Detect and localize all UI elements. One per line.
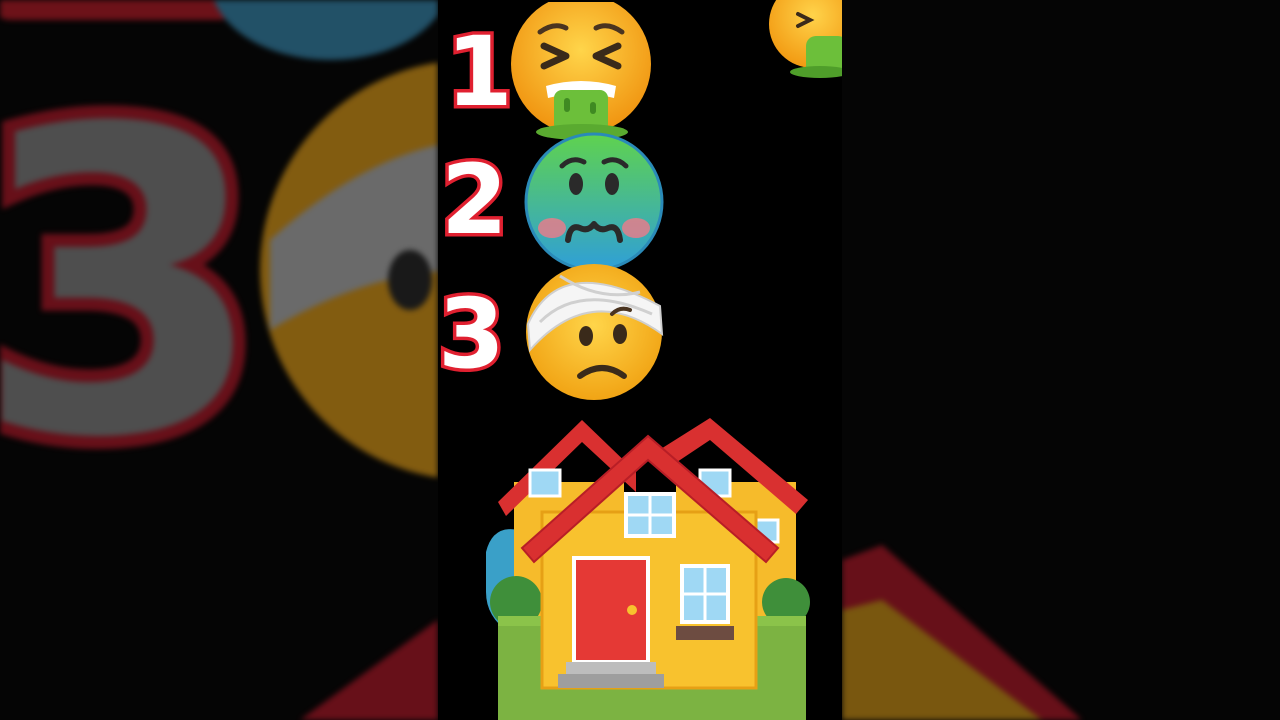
rank-number-3: 3: [438, 278, 508, 390]
video-panel: 1 2 3: [438, 0, 842, 720]
background-rank-number: 3: [0, 41, 266, 530]
houses-icon: [486, 418, 810, 720]
face-with-head-bandage-icon: [526, 264, 664, 400]
rank-number-1: 1: [443, 16, 517, 128]
face-vomiting-icon: [511, 2, 651, 140]
face-vomiting-partial-icon: [769, 0, 842, 78]
blurred-background-left: 3: [0, 0, 438, 720]
rank-number-2: 2: [438, 144, 511, 256]
nauseated-face-icon: [524, 132, 664, 272]
blurred-background-right: [842, 0, 1280, 720]
